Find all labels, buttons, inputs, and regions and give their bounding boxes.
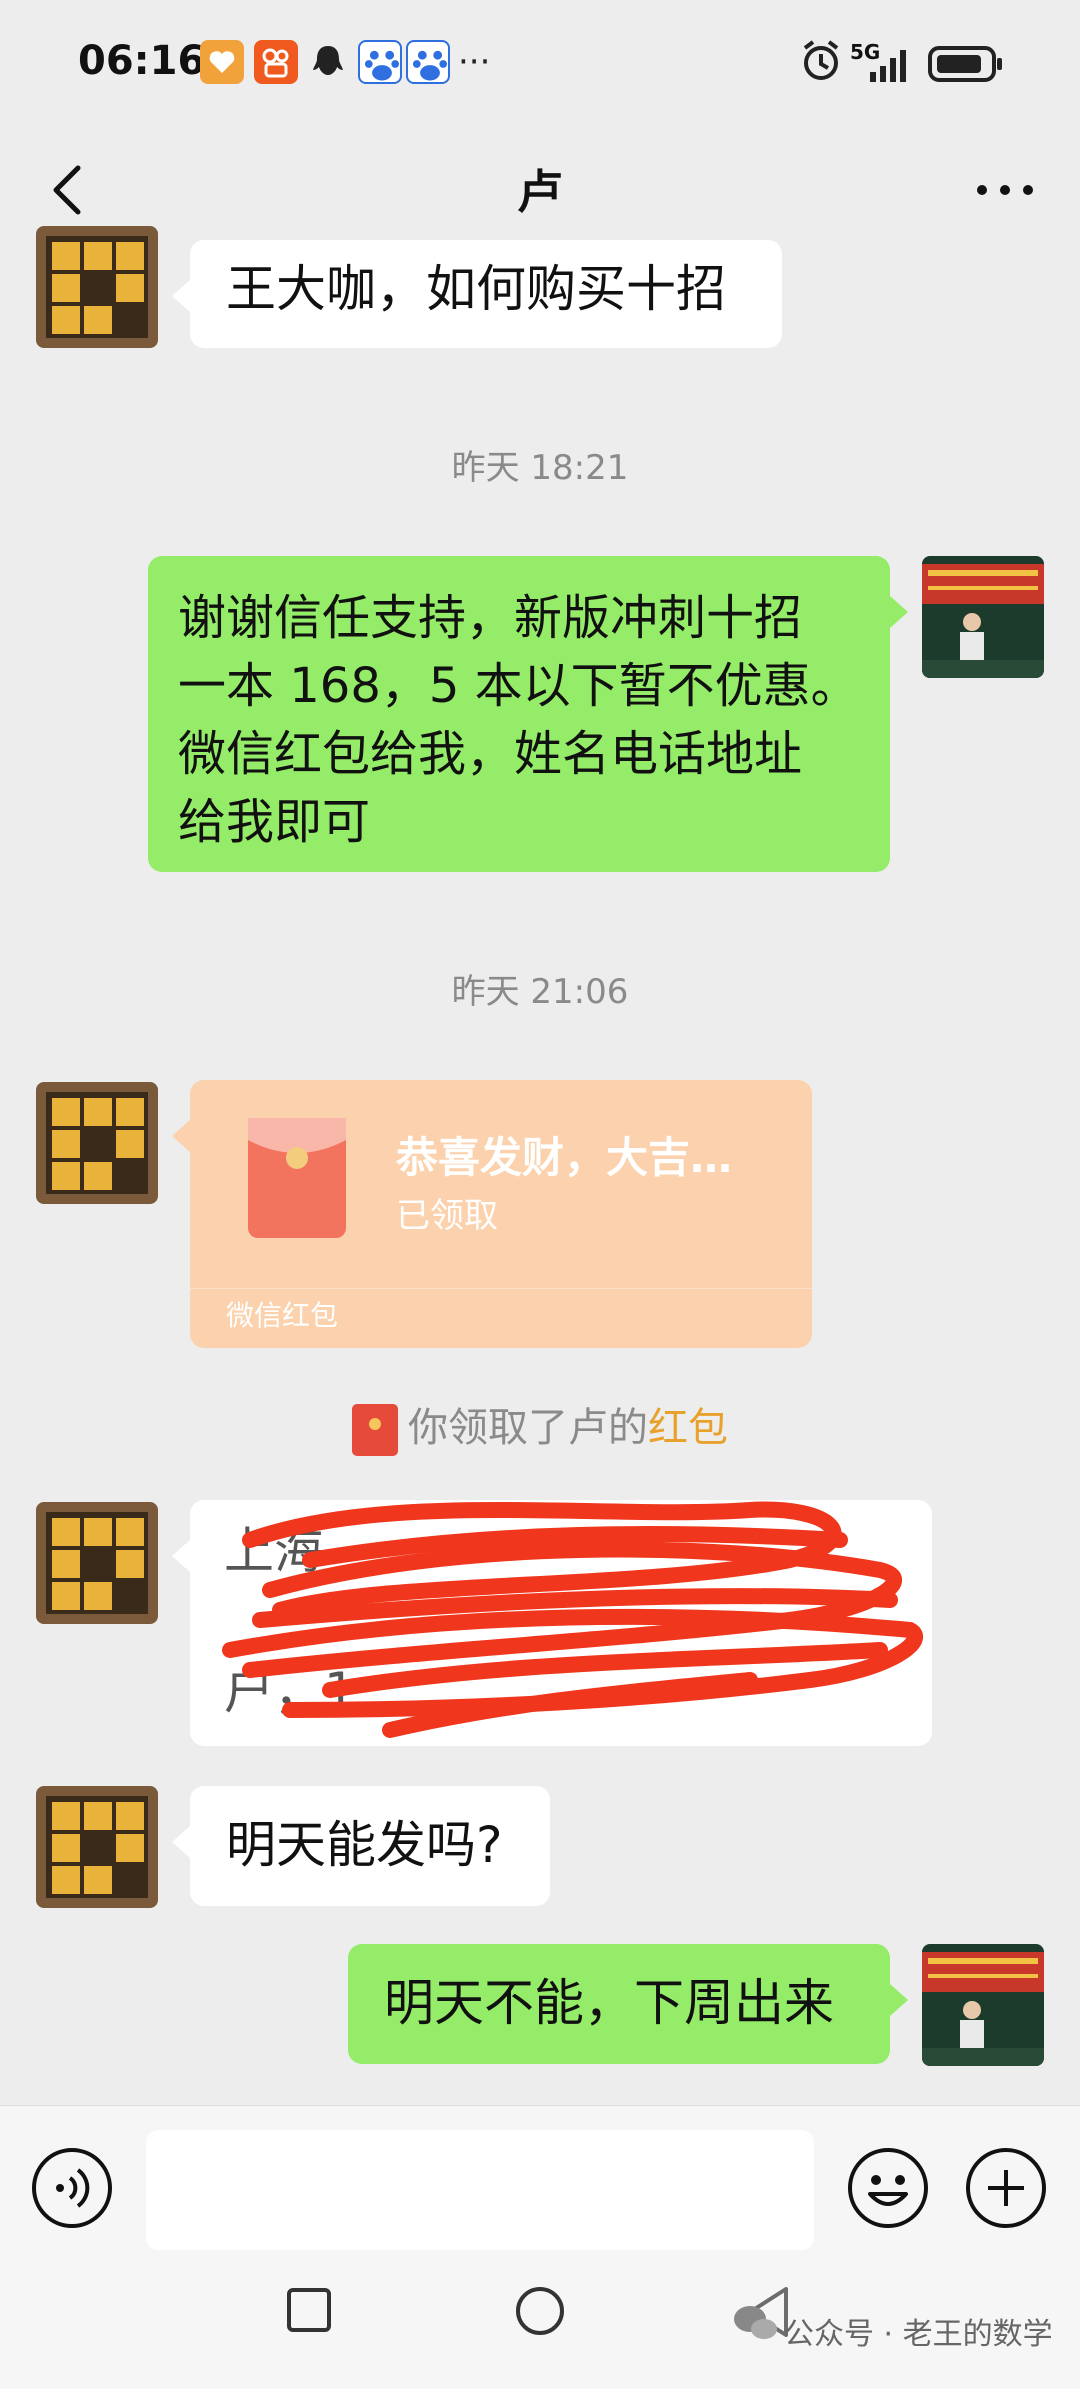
message-bubble-self[interactable]: 谢谢信任支持，新版冲刺十招 一本 168，5 本以下暂不优惠。 微信红包给我，姓… <box>148 556 908 872</box>
self-avatar[interactable] <box>922 1944 1044 2066</box>
system-nav-bar: 公众号 · 老王的数学 <box>0 2255 1080 2389</box>
message-text: 明天能发吗? <box>226 1816 503 1874</box>
more-notifications-icon: ··· <box>458 42 491 82</box>
self-avatar[interactable] <box>922 556 1044 678</box>
redaction-scribble <box>222 1501 923 1738</box>
contact-avatar[interactable] <box>36 1786 158 1908</box>
home-button[interactable] <box>514 2285 566 2337</box>
emoji-button[interactable] <box>846 2146 930 2230</box>
message-text: 明天不能，下周出来 <box>384 1974 834 2032</box>
message-text: 一本 168，5 本以下暂不优惠。 <box>178 658 859 714</box>
message-text: 微信红包给我，姓名电话地址 <box>178 726 803 782</box>
message-bubble-self[interactable]: 明天不能，下周出来 <box>348 1944 908 2064</box>
kuaishou-icon <box>254 40 298 84</box>
message-input[interactable] <box>146 2130 814 2250</box>
red-packet-footer: 微信红包 <box>226 1299 339 1332</box>
signal-icon <box>868 44 914 88</box>
message-text: 王大咖，如何购买十招 <box>226 260 726 318</box>
watermark-text: 公众号 · 老王的数学 <box>784 2317 1053 2352</box>
contact-avatar[interactable] <box>36 1082 158 1204</box>
alarm-icon <box>800 38 842 88</box>
message-bubble[interactable]: 明天能发吗? <box>172 1786 550 1906</box>
red-packet-status: 已领取 <box>396 1196 498 1236</box>
input-bar <box>0 2105 1080 2256</box>
voice-input-button[interactable] <box>30 2146 114 2230</box>
recent-apps-button[interactable] <box>286 2287 332 2333</box>
heart-app-icon <box>200 40 244 84</box>
status-bar: 06:16 ··· 5G <box>0 0 1080 130</box>
battery-icon <box>928 46 1004 86</box>
qq-icon <box>306 40 350 84</box>
message-text: 给我即可 <box>178 794 371 850</box>
chat-title: 卢 <box>517 165 563 219</box>
contact-avatar[interactable] <box>36 1502 158 1624</box>
system-notice: 你领取了卢的红包 <box>0 1395 1080 1456</box>
status-time: 06:16 <box>78 38 206 84</box>
red-packet-card[interactable]: 恭喜发财，大吉… 已领取 微信红包 <box>172 1080 812 1348</box>
red-packet-small-icon <box>352 1404 398 1456</box>
message-text: 谢谢信任支持，新版冲刺十招 <box>178 590 803 646</box>
wechat-official-icon <box>732 2303 780 2343</box>
divider <box>190 1288 812 1289</box>
timestamp: 昨天 18:21 <box>451 448 629 488</box>
more-options-button[interactable] <box>970 160 1040 220</box>
more-functions-button[interactable] <box>964 2146 1048 2230</box>
contact-avatar[interactable] <box>36 226 158 348</box>
baidu-icon <box>406 40 450 84</box>
message-bubble[interactable]: 王大咖，如何购买十招 <box>172 240 782 348</box>
chat-header: 卢 <box>0 130 1080 250</box>
red-packet-title: 恭喜发财，大吉… <box>396 1133 733 1182</box>
red-packet-icon <box>248 1118 346 1238</box>
baidu-icon <box>358 40 402 84</box>
notice-link[interactable]: 红包 <box>648 1405 728 1451</box>
message-bubble-redacted[interactable]: 上海 户，1 <box>172 1500 932 1746</box>
timestamp: 昨天 21:06 <box>451 972 629 1012</box>
notice-text: 你领取了卢的 <box>408 1405 648 1451</box>
